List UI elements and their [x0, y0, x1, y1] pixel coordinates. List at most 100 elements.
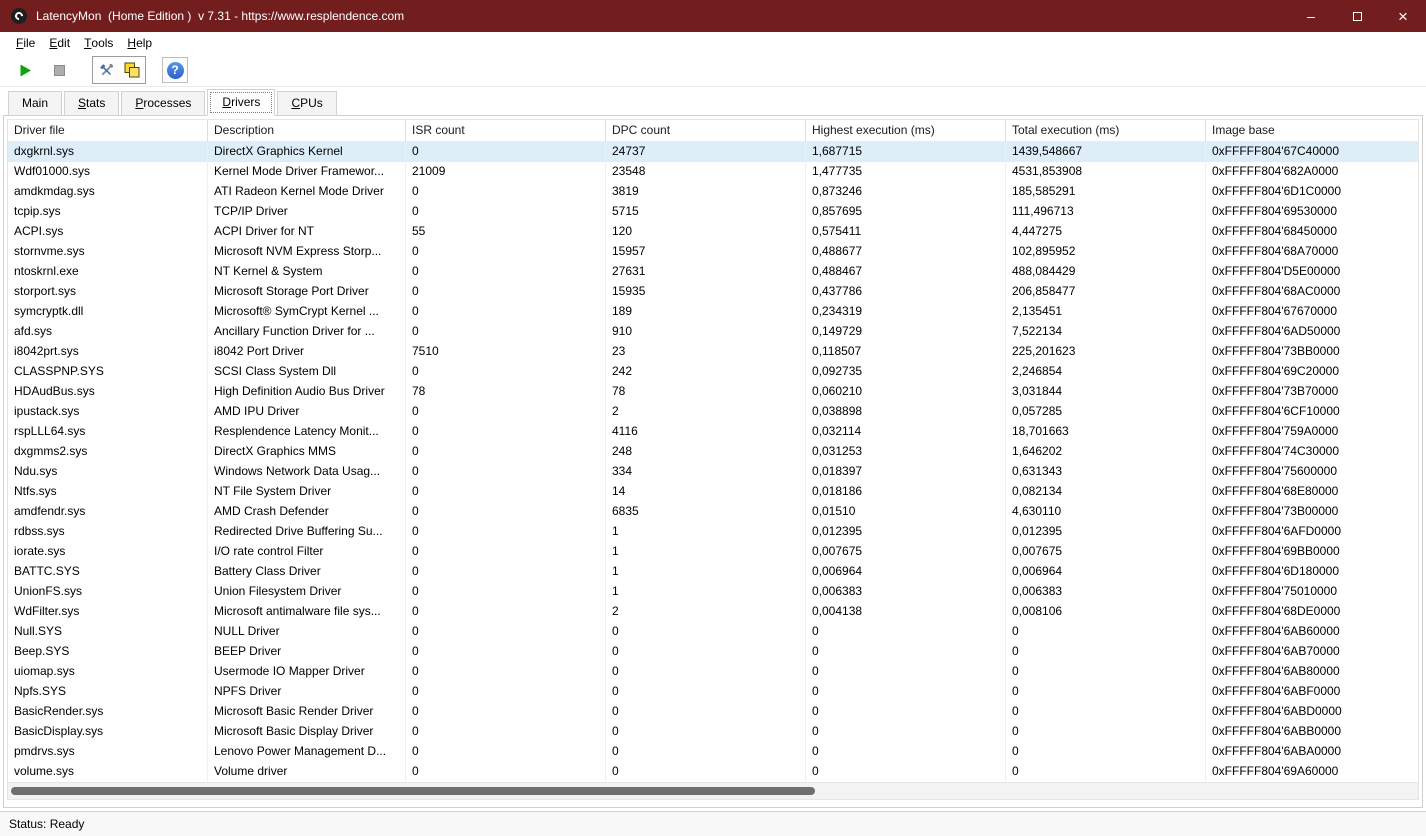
maximize-icon	[1352, 11, 1362, 21]
table-row[interactable]: rdbss.sys Redirected Drive Buffering Su..…	[8, 522, 1418, 542]
table-cell: 0	[406, 302, 606, 322]
column-header-4[interactable]: Highest execution (ms)	[806, 120, 1006, 142]
table-cell: Microsoft NVM Express Storp...	[208, 242, 406, 262]
table-row[interactable]: uiomap.sys Usermode IO Mapper Driver 0 0 0 0 0…	[8, 662, 1418, 682]
column-header-2[interactable]: ISR count	[406, 120, 606, 142]
table-cell: uiomap.sys	[8, 662, 208, 682]
table-row[interactable]: ACPI.sys ACPI Driver for NT 55 120 0,575411 4…	[8, 222, 1418, 242]
table-row[interactable]: volume.sys Volume driver 0 0 0 0 0xFFFFF804'69…	[8, 762, 1418, 782]
table-cell: 488,084429	[1006, 262, 1206, 282]
table-cell: 0xFFFFF804'75010000	[1212, 584, 1338, 598]
table-row[interactable]: amdkmdag.sys ATI Radeon Kernel Mode Drive…	[8, 182, 1418, 202]
maximize-button[interactable]	[1334, 0, 1380, 32]
table-row[interactable]: amdfendr.sys AMD Crash Defender 0 6835 0,015…	[8, 502, 1418, 522]
table-cell: 0	[1006, 762, 1206, 782]
table-row[interactable]: rspLLL64.sys Resplendence Latency Monit..…	[8, 422, 1418, 442]
horizontal-scrollbar[interactable]	[8, 782, 1418, 799]
table-row[interactable]: Beep.SYS BEEP Driver 0 0 0 0 0xFFFFF804'6AB700…	[8, 642, 1418, 662]
table-row[interactable]: dxgmms2.sys DirectX Graphics MMS 0 248 0,031…	[8, 442, 1418, 462]
copy-report-button[interactable]	[119, 57, 145, 83]
table-row[interactable]: Null.SYS NULL Driver 0 0 0 0 0xFFFFF804'6AB600…	[8, 622, 1418, 642]
table-row[interactable]: stornvme.sys Microsoft NVM Express Storp.…	[8, 242, 1418, 262]
wrench-icon	[99, 63, 113, 75]
table-row[interactable]: Ndu.sys Windows Network Data Usag... 0 334 0…	[8, 462, 1418, 482]
table-cell: 248	[606, 442, 806, 462]
table-cell: 0xFFFFF804'6ABA0000	[1212, 744, 1342, 758]
table-row[interactable]: CLASSPNP.SYS SCSI Class System Dll 0 242 0,0…	[8, 362, 1418, 382]
table-cell: 0,006964	[806, 562, 1006, 582]
menu-tools[interactable]: Tools	[77, 32, 120, 54]
table-cell: Ancillary Function Driver for ...	[208, 322, 406, 342]
start-monitor-button[interactable]	[12, 57, 38, 83]
table-row[interactable]: storport.sys Microsoft Storage Port Drive…	[8, 282, 1418, 302]
status-text: Status: Ready	[9, 817, 85, 831]
table-row[interactable]: Ntfs.sys NT File System Driver 0 14 0,018186…	[8, 482, 1418, 502]
menu-file[interactable]: File	[9, 32, 42, 54]
table-row[interactable]: tcpip.sys TCP/IP Driver 0 5715 0,857695 111,4…	[8, 202, 1418, 222]
table-row[interactable]: ntoskrnl.exe NT Kernel & System 0 27631 0,48…	[8, 262, 1418, 282]
table-cell: Lenovo Power Management D...	[208, 742, 406, 762]
table-cell: 0,01510	[806, 502, 1006, 522]
table-row[interactable]: ipustack.sys AMD IPU Driver 0 2 0,038898 0,05…	[8, 402, 1418, 422]
column-header-6[interactable]: Image base	[1206, 120, 1418, 142]
tab-stats[interactable]: Stats	[64, 91, 120, 116]
table-cell: Null.SYS	[8, 622, 208, 642]
column-header-5[interactable]: Total execution (ms)	[1006, 120, 1206, 142]
table-cell: Union Filesystem Driver	[208, 582, 406, 602]
table-cell: symcryptk.dll	[8, 302, 208, 322]
table-cell: 189	[606, 302, 806, 322]
table-cell: 0	[406, 482, 606, 502]
menu-help[interactable]: Help	[120, 32, 159, 54]
tools-options-button[interactable]	[93, 57, 119, 83]
tab-cpus[interactable]: CPUs	[277, 91, 337, 116]
table-cell: 7,522134	[1006, 322, 1206, 342]
table-cell: dxgmms2.sys	[8, 442, 208, 462]
table-row[interactable]: BasicRender.sys Microsoft Basic Render Dr…	[8, 702, 1418, 722]
table-cell: NPFS Driver	[208, 682, 406, 702]
tab-processes[interactable]: Processes	[121, 91, 206, 116]
table-cell: SCSI Class System Dll	[208, 362, 406, 382]
table-row[interactable]: HDAudBus.sys High Definition Audio Bus Dr…	[8, 382, 1418, 402]
table-row[interactable]: dxgkrnl.sys DirectX Graphics Kernel 0 24737…	[8, 142, 1418, 162]
close-button[interactable]: ×	[1380, 0, 1426, 32]
table-row[interactable]: WdFilter.sys Microsoft antimalware file s…	[8, 602, 1418, 622]
table-row[interactable]: BATTC.SYS Battery Class Driver 0 1 0,006964 0…	[8, 562, 1418, 582]
table-cell: 23	[606, 342, 806, 362]
table-cell: 0,437786	[806, 282, 1006, 302]
help-button[interactable]: ?	[162, 57, 188, 83]
table-row[interactable]: Npfs.SYS NPFS Driver 0 0 0 0 0xFFFFF804'6ABF00…	[8, 682, 1418, 702]
table-cell: 0	[806, 622, 1006, 642]
table-row[interactable]: afd.sys Ancillary Function Driver for ...…	[8, 322, 1418, 342]
table-cell: 0	[406, 722, 606, 742]
table-row[interactable]: iorate.sys I/O rate control Filter 0 1 0,007…	[8, 542, 1418, 562]
column-header-0[interactable]: Driver file	[8, 120, 208, 142]
table-cell: 55	[406, 222, 606, 242]
table-row[interactable]: symcryptk.dll Microsoft® SymCrypt Kernel …	[8, 302, 1418, 322]
table-row[interactable]: Wdf01000.sys Kernel Mode Driver Framewor.…	[8, 162, 1418, 182]
table-row[interactable]: UnionFS.sys Union Filesystem Driver 0 1 0,00…	[8, 582, 1418, 602]
tab-main[interactable]: Main	[8, 91, 63, 116]
titlebar[interactable]: LatencyMon (Home Edition ) v 7.31 - http…	[0, 0, 1426, 32]
minimize-button[interactable]: –	[1288, 0, 1334, 32]
column-header-1[interactable]: Description	[208, 120, 406, 142]
stop-monitor-button[interactable]	[46, 57, 72, 83]
scrollbar-thumb[interactable]	[11, 787, 815, 795]
tab-drivers[interactable]: Drivers	[207, 89, 276, 116]
menu-edit[interactable]: Edit	[42, 32, 77, 54]
table-row[interactable]: i8042prt.sys i8042 Port Driver 7510 23 0,118…	[8, 342, 1418, 362]
table-cell: 0,008106	[1006, 602, 1206, 622]
table-row[interactable]: BasicDisplay.sys Microsoft Basic Display …	[8, 722, 1418, 742]
table-row[interactable]: pmdrvs.sys Lenovo Power Management D... 0 0…	[8, 742, 1418, 762]
table-cell: 3819	[606, 182, 806, 202]
table-cell: 0	[406, 262, 606, 282]
table-cell: 0,018397	[806, 462, 1006, 482]
column-header-3[interactable]: DPC count	[606, 120, 806, 142]
table-cell: 0	[406, 562, 606, 582]
table-cell: 0,006383	[1006, 582, 1206, 602]
table-cell: 0	[406, 522, 606, 542]
table-cell: TCP/IP Driver	[208, 202, 406, 222]
table-cell: storport.sys	[8, 282, 208, 302]
table-cell: rspLLL64.sys	[8, 422, 208, 442]
table-cell: 0,857695	[806, 202, 1006, 222]
table-cell: 0	[1006, 682, 1206, 702]
